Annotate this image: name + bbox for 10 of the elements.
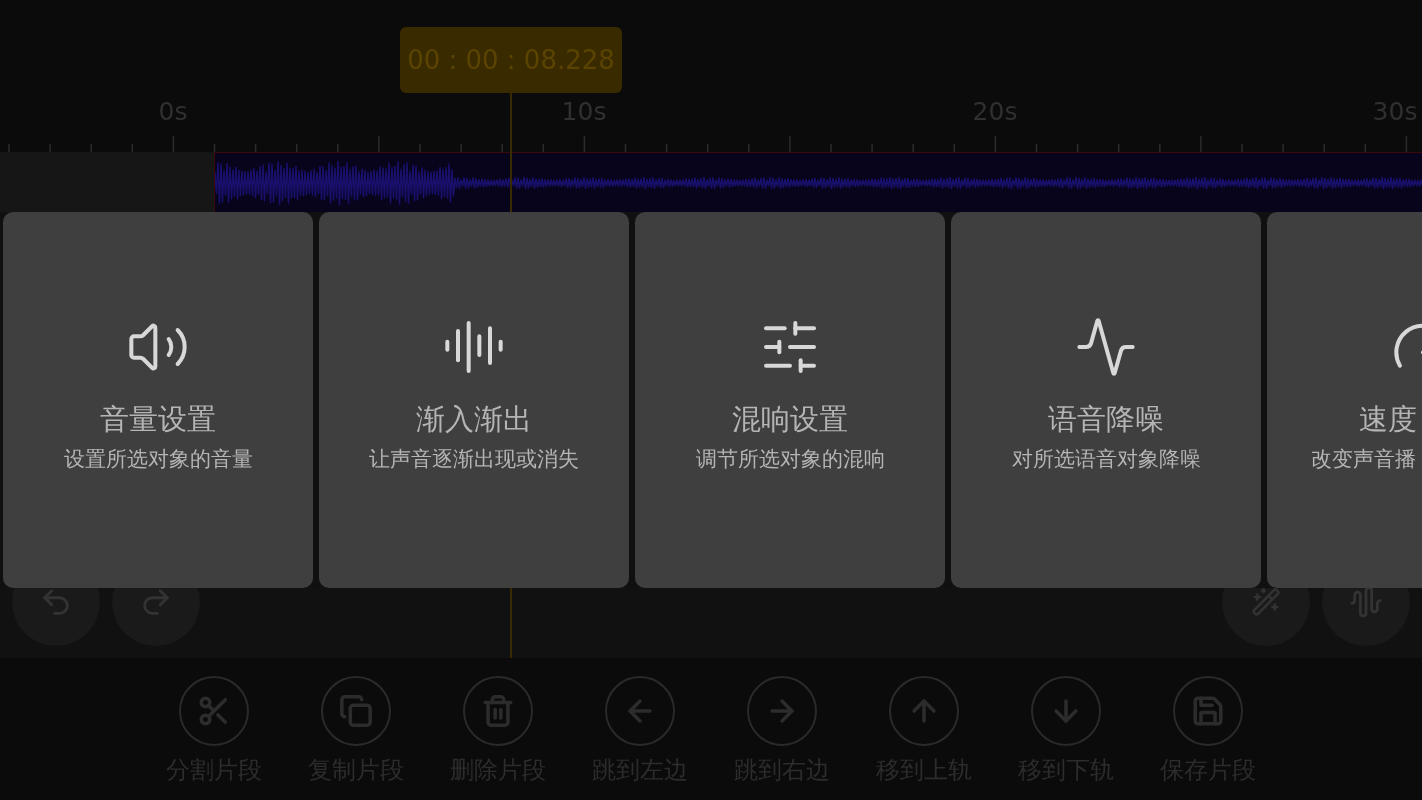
effect-card[interactable]: 速度 改变声音播 (1267, 212, 1422, 588)
effect-card[interactable]: 语音降噪 对所选语音对象降噪 (951, 212, 1261, 588)
effect-card[interactable]: 音量设置 设置所选对象的音量 (3, 212, 313, 588)
copy-icon (339, 694, 373, 728)
waveform-icon (1349, 585, 1383, 619)
trash-icon (481, 694, 515, 728)
magic-wand-icon (1251, 587, 1281, 617)
effect-card[interactable]: 混响设置 调节所选对象的混响 (635, 212, 945, 588)
save-icon (1191, 694, 1225, 728)
effect-card[interactable]: 渐入渐出 让声音逐渐出现或消失 (319, 212, 629, 588)
